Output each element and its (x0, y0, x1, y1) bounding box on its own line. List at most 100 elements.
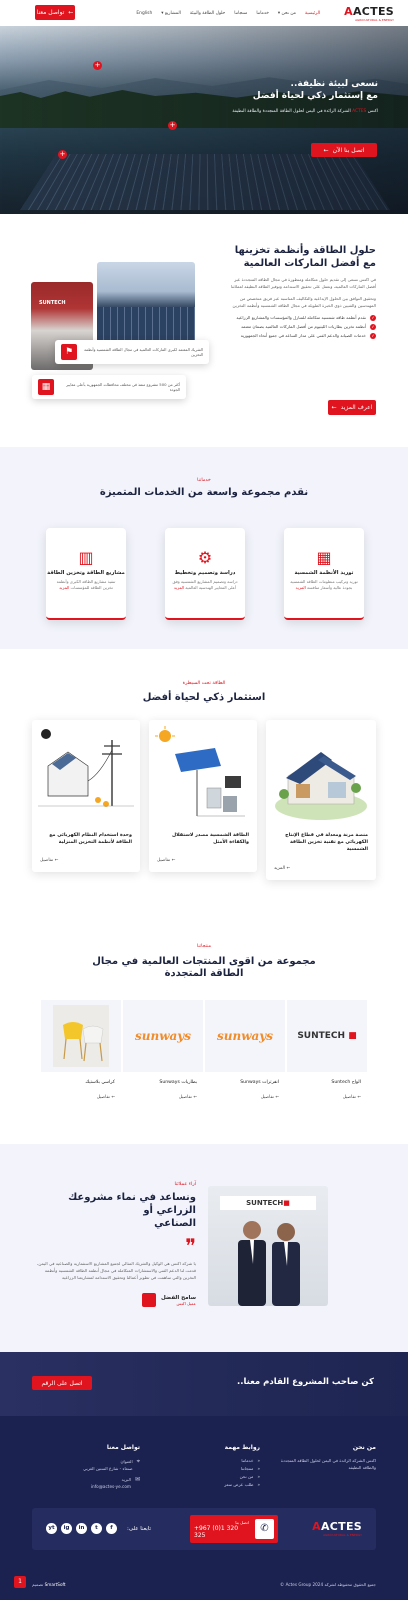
contact-button[interactable]: ← تواصل معنا (35, 5, 75, 20)
author-role: عميل اكتس (176, 1300, 196, 1306)
network-icon: ⚙ (197, 548, 213, 567)
product-logo: sunways (205, 1000, 285, 1072)
nav-projects[interactable]: المشاريع ▾ (161, 11, 181, 16)
solutions-title-1: حلول الطاقة وأنظمة تخزينها (234, 245, 376, 256)
footer-contact-bar: AACTES AGRICULTURAL & ENERGY ✆ اتصل بنا … (32, 1508, 376, 1550)
arrow-left-icon: ← (191, 1095, 197, 1100)
footer-about: من نحن اكتس الشركة الرائدة في اليمن لحلو… (280, 1444, 376, 1470)
service-card[interactable]: ▦ توريد الأنظمة الشمسية توريد وتركيب منظ… (284, 528, 364, 620)
linkedin-icon[interactable]: in (76, 1523, 87, 1534)
testimonial-photo: ■ SUNTECH (208, 1186, 328, 1306)
footer-links: روابط مهمة «خدماتنا «منتجاتنا «من نحن «ط… (180, 1444, 260, 1489)
floating-badge[interactable]: 1 (14, 1576, 26, 1588)
main-nav: الرئيسية من نحن ▾ خدماتنا منتجاتنا حلول … (136, 11, 320, 16)
author-logo-icon (142, 1293, 156, 1307)
footer-link[interactable]: «منتجاتنا (180, 1465, 260, 1473)
check-icon: ✓ (370, 315, 376, 321)
solar-panel-icon: ▦ (316, 548, 332, 567)
investment-card[interactable]: وحدة استخدام النظام الكهربائي مع الطاقة … (32, 720, 140, 872)
testimonial-section: ■ SUNTECH آراء عملائنا ونساعد في نماء مش… (0, 1144, 408, 1352)
arrow-left-icon: ← (109, 1095, 115, 1100)
footer-link[interactable]: «من نحن (180, 1473, 260, 1481)
twitter-icon[interactable]: t (91, 1523, 102, 1534)
chevron-left-icon: « (257, 1474, 260, 1479)
products-title-1: مجموعة من اقوى المنتجات العالمية في مجال (92, 956, 316, 967)
hero-text: نسعى لبيئة نظيفة.. مع إستثمار ذكي لحياة … (198, 78, 378, 115)
site-footer: من نحن اكتس الشركة الرائدة في اليمن لحلو… (0, 1416, 408, 1600)
card-more-link[interactable]: ← المزيد (274, 866, 290, 871)
cta-banner: كن صاحب المشروع القادم معنا.. اتصل على ا… (0, 1352, 408, 1416)
footer-link[interactable]: «طلب عرض سعر (180, 1481, 260, 1489)
location-icon: ⌖ (136, 1458, 140, 1465)
mail-icon: ✉ (134, 1476, 140, 1483)
chairs-photo (41, 1000, 121, 1072)
product-card[interactable]: sunways انفرترات Sunways ← تفاصيل (205, 1000, 285, 1110)
product-more-link[interactable]: ← تفاصيل (287, 1085, 367, 1100)
hero-title-1: نسعى لبيئة نظيفة.. (290, 79, 378, 89)
credit: SmartSoft تصميم (32, 1582, 66, 1587)
investment-title: استثمار ذكي لحياة أفضل (142, 692, 266, 703)
cta-call-button[interactable]: اتصل على الرقم (32, 1376, 92, 1390)
hotspot-plus-icon[interactable]: + (58, 150, 67, 159)
facebook-icon[interactable]: f (106, 1523, 117, 1534)
product-more-link[interactable]: ← تفاصيل (123, 1085, 203, 1100)
chevron-left-icon: « (257, 1466, 260, 1471)
check-icon: ✓ (370, 324, 376, 330)
battery-grid-icon: ▥ (78, 548, 94, 567)
house-solar-illustration (272, 726, 370, 826)
nav-services[interactable]: خدماتنا (256, 11, 269, 16)
check-item: ✓ خدمات الصيانة والدعم الفني على مدار الس… (240, 333, 376, 339)
footer-logo[interactable]: AACTES AGRICULTURAL & ENERGY (312, 1520, 362, 1537)
service-card[interactable]: ⚙ دراسة وتصميم وتخطيط دراسة وتصميم المشا… (165, 528, 245, 620)
card-more-link[interactable]: ← تفاصيل (40, 858, 58, 863)
arrow-left-icon: ← (170, 858, 176, 863)
partner-float-card: ⚑ الشريك المعتمد لكبرى الماركات العالمية… (55, 340, 209, 364)
investment-eyebrow: الطاقة تحت السيطرة (182, 681, 226, 686)
handshake-icon: ⚑ (61, 344, 77, 360)
solar-panel-icon: ▦ (38, 379, 54, 395)
contact-email: ✉ البريد info@actes-ye.com (90, 1476, 140, 1489)
nav-solutions[interactable]: حلول الطاقة والبيئة (190, 11, 225, 16)
check-icon: ✓ (370, 333, 376, 339)
nav-home[interactable]: الرئيسية (305, 11, 320, 16)
solutions-checklist: ✓ نقدم أنظمة طاقة شمسية متكاملة للمنازل و… (226, 315, 376, 339)
testimonial-author: سامح الفضل عميل اكتس (36, 1293, 196, 1307)
hero-section: + + + نسعى لبيئة نظيفة.. مع إستثمار ذكي … (0, 26, 408, 214)
card-more-link[interactable]: ← تفاصيل (157, 858, 175, 863)
hotspot-plus-icon[interactable]: + (168, 121, 177, 130)
product-card[interactable]: ■ SUNTECH الواح Suntech ← تفاصيل (287, 1000, 367, 1110)
service-card[interactable]: ▥ مشاريع الطاقة وتخزين الطاقة تنفيذ مشار… (46, 528, 126, 620)
phone-icon: ✆ (254, 1519, 274, 1539)
social-links: تابعنا على: f t in ig yt (46, 1523, 151, 1534)
testimonial-quote: يا شركة اكتس هي الوكيل والشريك المثالي ل… (36, 1261, 196, 1280)
hotspot-plus-icon[interactable]: + (93, 61, 102, 70)
hero-subtitle: اكتس ACTES الشركة الرائدة في اليمن لحلول… (232, 109, 378, 114)
nav-about[interactable]: من نحن ▾ (278, 11, 296, 16)
nav-english[interactable]: English (136, 11, 152, 16)
projects-float-card: ▦ أكثر من 500 مشروع منفذ في مختلف محافظا… (32, 375, 186, 399)
copyright: جميع الحقوق محفوظة لشركة Actes Group 202… (280, 1582, 376, 1587)
check-item: ✓ أنظمة تخزين بطاريات الليثيوم من أفضل ال… (240, 324, 376, 330)
nav-products[interactable]: منتجاتنا (234, 11, 247, 16)
logo[interactable]: AACTES AGRICULTURAL & ENERGY (344, 5, 394, 22)
product-more-link[interactable]: ← تفاصيل (41, 1085, 121, 1100)
product-logo: ■ SUNTECH (287, 1000, 367, 1072)
cta-text: كن صاحب المشروع القادم معنا.. (237, 1377, 374, 1387)
investment-card[interactable]: الطاقة الشمسية مصدر لاستقلال والكفاءة ال… (149, 720, 257, 872)
hero-call-button[interactable]: اتصل بنا الآن ← (311, 143, 377, 157)
youtube-icon[interactable]: yt (46, 1523, 57, 1534)
chevron-left-icon: « (257, 1482, 260, 1487)
testimonial-text: آراء عملائنا ونساعد في نماء مشروعك الزرا… (36, 1182, 196, 1307)
author-name: سامح الفضل (161, 1294, 196, 1301)
footer-link[interactable]: «خدماتنا (180, 1457, 260, 1465)
phone-box[interactable]: ✆ اتصل بنا +967 (0)1 320 325 (190, 1515, 278, 1543)
product-card[interactable]: sunways بطاريات Sunways ← تفاصيل (123, 1000, 203, 1110)
learn-more-button[interactable]: اعرف المزيد ← (328, 400, 376, 415)
investment-card[interactable]: منصة مرنة ومعدلة في قطاع الإنتاج الكهربا… (266, 720, 376, 880)
product-more-link[interactable]: ← تفاصيل (205, 1085, 285, 1100)
grid-house-illustration (38, 726, 134, 826)
check-item: ✓ نقدم أنظمة طاقة شمسية متكاملة للمنازل و… (236, 315, 376, 321)
product-card[interactable]: كراسي بلاستيك ← تفاصيل (41, 1000, 121, 1110)
arrow-left-icon: ← (68, 9, 74, 16)
instagram-icon[interactable]: ig (61, 1523, 72, 1534)
